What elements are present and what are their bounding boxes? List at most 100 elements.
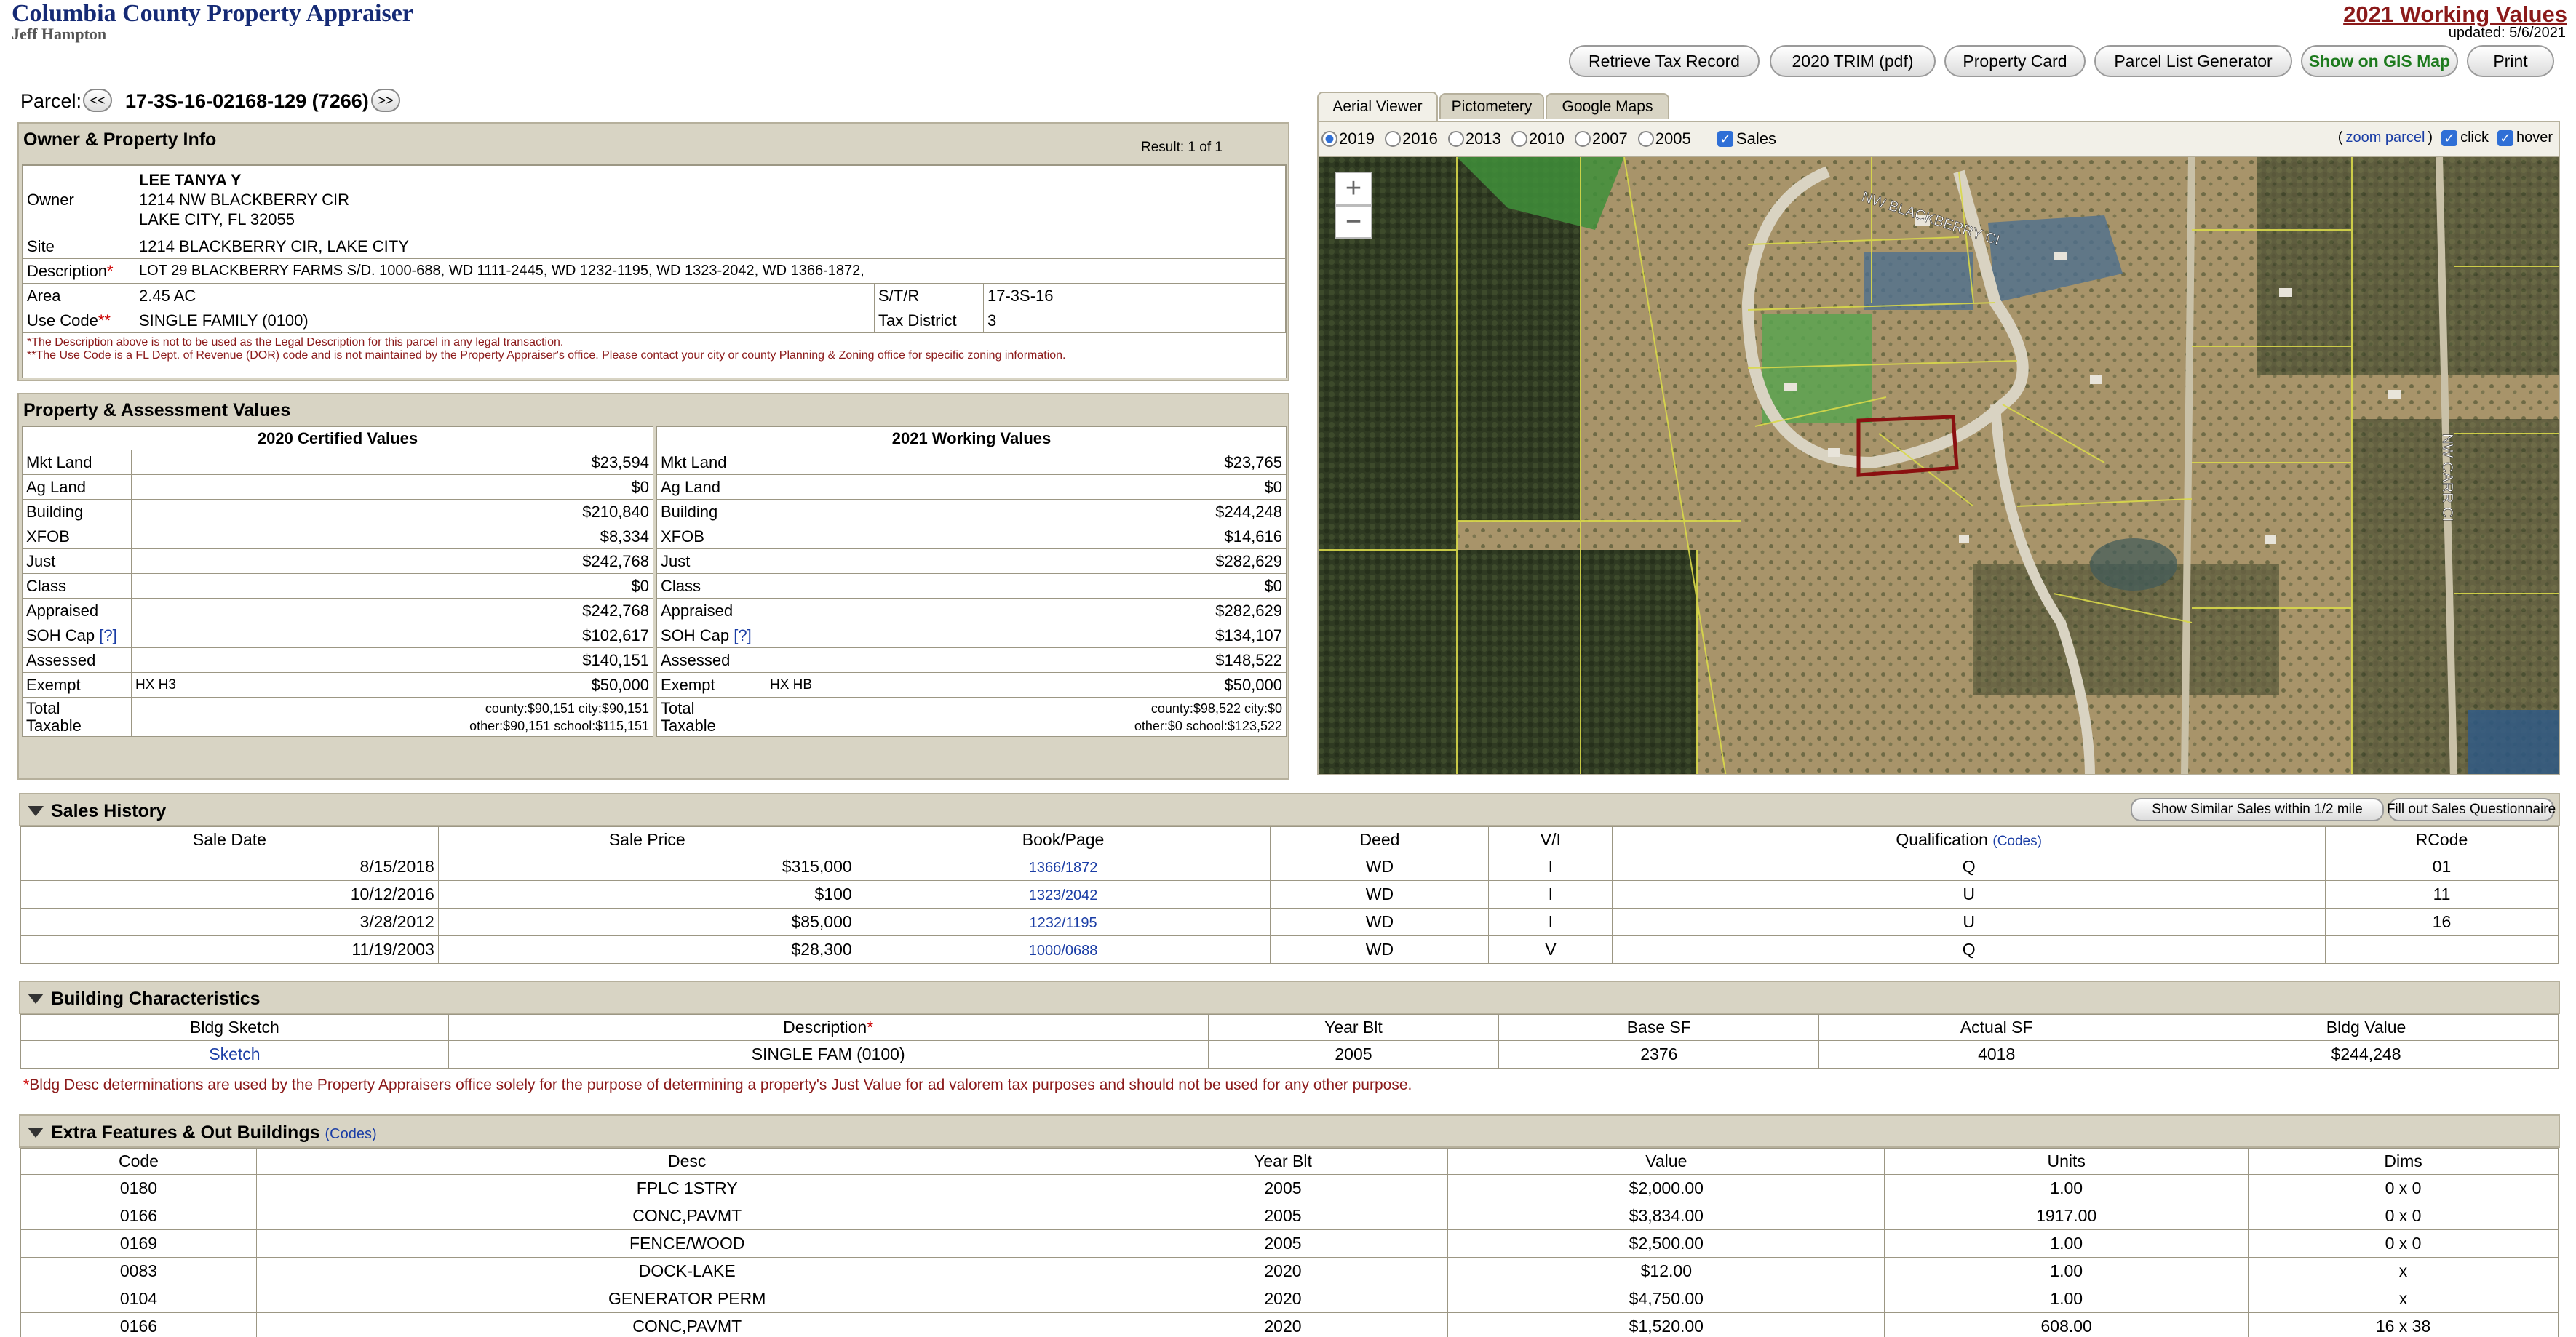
year-radio[interactable] bbox=[1321, 131, 1337, 147]
sales-header-text: V/I bbox=[1540, 830, 1561, 849]
year-option-2013[interactable]: 2013 bbox=[1447, 129, 1501, 148]
sales-cell bbox=[2325, 935, 2559, 964]
taxable-values-2020: county:$90,151 city:$90,151 other:$90,151… bbox=[131, 697, 653, 737]
retrieve-tax-record-button[interactable]: Retrieve Tax Record bbox=[1569, 45, 1760, 77]
sales-header-row: Sale Date Sale Price Book/Page Deed V/I Quali… bbox=[20, 826, 2559, 853]
soh-help-link[interactable]: [?] bbox=[734, 626, 751, 644]
sketch-link[interactable]: Sketch bbox=[20, 1040, 449, 1069]
assessment-value-2020: HX H3 $50,000 bbox=[131, 672, 653, 698]
year-option-2005[interactable]: 2005 bbox=[1637, 129, 1691, 148]
sales-cell: WD bbox=[1270, 853, 1490, 881]
sales-cell: I bbox=[1488, 880, 1613, 909]
assessment-value-text: $102,617 bbox=[582, 626, 649, 644]
assessment-label: Ag Land bbox=[656, 474, 766, 500]
assessment-2021-table: 2021 Working Values Mkt Land $23,765 Ag La… bbox=[656, 426, 1287, 737]
extra-cell: 2020 bbox=[1117, 1312, 1449, 1337]
extra-cell: 2020 bbox=[1117, 1285, 1449, 1313]
collapse-triangle-icon[interactable] bbox=[28, 1128, 44, 1138]
book-page-link[interactable]: 1232/1195 bbox=[1030, 915, 1097, 931]
soh-help-link[interactable]: [?] bbox=[99, 626, 116, 644]
year-radio[interactable] bbox=[1574, 131, 1591, 147]
property-card-button[interactable]: Property Card bbox=[1944, 45, 2086, 77]
year-radio[interactable] bbox=[1384, 131, 1401, 147]
year-radio[interactable] bbox=[1511, 131, 1527, 147]
sales-cell: Q bbox=[1612, 853, 2326, 881]
working-values-link[interactable]: 2021 Working Values bbox=[2343, 1, 2567, 28]
trim-pdf-button[interactable]: 2020 TRIM (pdf) bbox=[1770, 45, 1936, 77]
sales-cell: 16 bbox=[2325, 908, 2559, 936]
year-option-2007[interactable]: 2007 bbox=[1574, 129, 1628, 148]
building-header-cell: Actual SF bbox=[1818, 1014, 2175, 1041]
year-option-2010[interactable]: 2010 bbox=[1511, 129, 1565, 148]
sales-checkbox[interactable]: ✓ bbox=[1717, 131, 1733, 147]
book-page-link[interactable]: 1366/1872 bbox=[1029, 860, 1098, 876]
assessment-value-text: $242,768 bbox=[582, 601, 649, 620]
parcel-list-generator-button[interactable]: Parcel List Generator bbox=[2094, 45, 2292, 77]
zoom-parcel-link[interactable]: zoom parcel bbox=[2345, 129, 2425, 146]
tab-pictometery[interactable]: Pictometery bbox=[1439, 93, 1544, 119]
year-radio[interactable] bbox=[1637, 131, 1654, 147]
collapse-triangle-icon[interactable] bbox=[28, 994, 44, 1004]
result-count: Result: 1 of 1 bbox=[1141, 140, 1223, 155]
assessment-value-text: $282,629 bbox=[1215, 601, 1282, 620]
assessment-value-text: $282,629 bbox=[1215, 551, 1282, 570]
similar-sales-button[interactable]: Show Similar Sales within 1/2 mile bbox=[2131, 798, 2384, 821]
qualification-codes-link[interactable]: (Codes) bbox=[1992, 834, 2042, 849]
sales-header-cell: Sale Price bbox=[437, 826, 856, 853]
assessment-row: Building $244,248 bbox=[656, 499, 1287, 524]
updated-date: updated: 5/6/2021 bbox=[2448, 25, 2566, 41]
assessment-label-text: Just bbox=[26, 551, 56, 570]
hover-checkbox[interactable]: ✓ bbox=[2497, 129, 2513, 146]
building-header-row: Bldg Sketch Description* Year Blt Base SF Ac… bbox=[20, 1014, 2559, 1041]
assessment-value-text: $23,594 bbox=[591, 452, 649, 471]
assessment-2021-block: 2021 Working Values Mkt Land $23,765 Ag La… bbox=[656, 426, 1287, 737]
year-option-2016[interactable]: 2016 bbox=[1384, 129, 1438, 148]
sales-history-header[interactable]: Sales History Show Similar Sales within … bbox=[19, 793, 2560, 826]
print-button[interactable]: Print bbox=[2467, 45, 2554, 77]
sales-toggle[interactable]: ✓ Sales bbox=[1717, 129, 1776, 148]
site-title[interactable]: Columbia County Property Appraiser bbox=[12, 0, 413, 28]
assessment-label-text: XFOB bbox=[26, 527, 70, 546]
hover-label: hover bbox=[2516, 129, 2553, 145]
assessment-label-text: Building bbox=[661, 502, 718, 521]
assessment-label: Mkt Land bbox=[656, 450, 766, 475]
sales-header-cell: Sale Date bbox=[20, 826, 439, 853]
building-characteristics-header[interactable]: Building Characteristics bbox=[19, 981, 2560, 1014]
collapse-triangle-icon[interactable] bbox=[28, 806, 44, 816]
extra-features-header[interactable]: Extra Features & Out Buildings (Codes) bbox=[19, 1114, 2560, 1148]
zoom-out-button[interactable]: − bbox=[1335, 205, 1372, 239]
required-star: * bbox=[867, 1018, 874, 1037]
click-checkbox[interactable]: ✓ bbox=[2441, 129, 2458, 146]
assessment-row: Appraised $282,629 bbox=[656, 598, 1287, 623]
extra-codes-link[interactable]: (Codes) bbox=[325, 1126, 376, 1142]
zoom-in-button[interactable]: + bbox=[1335, 172, 1372, 205]
tab-aerial-viewer[interactable]: Aerial Viewer bbox=[1317, 92, 1438, 121]
building-actual-sf: 4018 bbox=[1818, 1040, 2175, 1069]
exempt-code: HX HB bbox=[770, 677, 813, 693]
next-parcel-button[interactable]: >> bbox=[371, 89, 400, 112]
sales-cell-text: V bbox=[1545, 940, 1557, 959]
sales-cell: 1000/0688 bbox=[855, 935, 1271, 964]
str-label: S/T/R bbox=[874, 283, 984, 308]
tab-google-maps[interactable]: Google Maps bbox=[1546, 93, 1669, 119]
book-page-link[interactable]: 1000/0688 bbox=[1029, 943, 1098, 959]
sales-questionnaire-button[interactable]: Fill out Sales Questionnaire bbox=[2387, 798, 2556, 821]
building-year: 2005 bbox=[1207, 1040, 1500, 1069]
description-disclaimer: *The Description above is not to be used… bbox=[27, 336, 564, 348]
assessment-value-2021: $134,107 bbox=[766, 623, 1287, 648]
area-label: Area bbox=[23, 283, 135, 308]
sales-header-text: Qualification bbox=[1896, 830, 1988, 849]
assessment-label-text: Appraised bbox=[661, 601, 734, 620]
extra-cell: 0 x 0 bbox=[2248, 1229, 2559, 1258]
year-radio[interactable] bbox=[1447, 131, 1464, 147]
prev-parcel-button[interactable]: << bbox=[83, 89, 112, 112]
assessment-value-2021: $148,522 bbox=[766, 647, 1287, 673]
show-on-gis-map-button[interactable]: Show on GIS Map bbox=[2301, 45, 2458, 77]
book-page-link[interactable]: 1323/2042 bbox=[1029, 887, 1098, 903]
aerial-map[interactable]: NW BLACKBERRY CI NW CARR CI + − bbox=[1317, 156, 2560, 775]
assessment-value-text: $23,765 bbox=[1224, 452, 1282, 471]
extra-cell: x bbox=[2248, 1285, 2559, 1313]
assessment-row: Building $210,840 bbox=[22, 499, 653, 524]
year-option-2019[interactable]: 2019 bbox=[1321, 129, 1375, 148]
extra-row: 0169 FENCE/WOOD 2005 $2,500.00 1.00 0 x 0 bbox=[20, 1229, 2559, 1258]
